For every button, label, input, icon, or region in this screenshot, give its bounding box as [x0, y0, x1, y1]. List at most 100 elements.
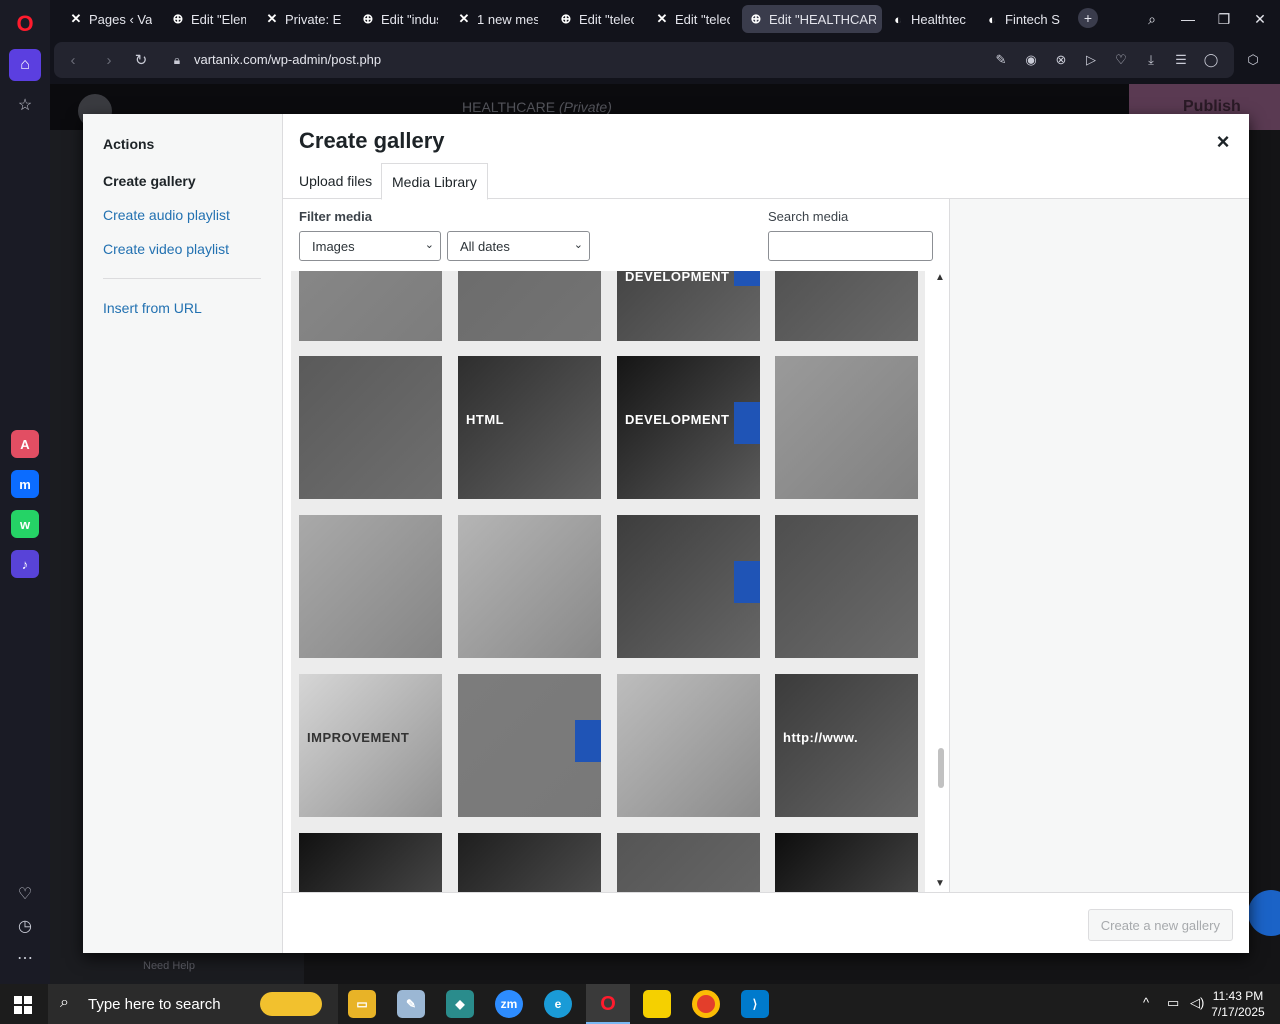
attachment-thumbnail[interactable]: [775, 356, 918, 499]
favorite-icon[interactable]: ♡: [1112, 51, 1130, 69]
browser-tab[interactable]: ◐ Healthtech S: [884, 5, 972, 33]
chrome-icon[interactable]: [692, 990, 720, 1018]
extensions-icon[interactable]: ⬡: [1244, 51, 1262, 69]
attachment-thumbnail[interactable]: DEVELOPMENT: [617, 356, 760, 499]
close-window-icon[interactable]: ✕: [1248, 8, 1272, 30]
scroll-up-arrow-icon[interactable]: ▲: [935, 272, 945, 283]
menu-create-audio-playlist[interactable]: Create audio playlist: [103, 207, 230, 223]
chevron-down-icon: ⌄: [424, 239, 434, 251]
back-icon[interactable]: ‹: [62, 50, 84, 70]
attachment-thumbnail[interactable]: [617, 674, 760, 817]
whatsapp-icon[interactable]: w: [11, 510, 39, 538]
attachment-thumbnail[interactable]: [775, 833, 918, 892]
attachment-thumbnail[interactable]: [617, 833, 760, 892]
attachment-thumbnail[interactable]: [775, 515, 918, 658]
adblock-icon[interactable]: ⊗: [1052, 51, 1070, 69]
search-tabs-icon[interactable]: ⌕: [1140, 8, 1164, 30]
attachment-thumbnail[interactable]: [458, 833, 601, 892]
vscode-icon[interactable]: ⟩: [741, 990, 769, 1018]
heart-icon[interactable]: ♡: [9, 878, 41, 910]
app-icon[interactable]: ◆: [446, 990, 474, 1018]
need-help-link[interactable]: Need Help: [143, 960, 195, 972]
browser-tab[interactable]: ⊕ Edit "Elemen: [164, 5, 252, 33]
attachment-thumbnail[interactable]: [458, 271, 601, 341]
chevron-up-icon[interactable]: ^: [1143, 995, 1149, 1010]
browser-tab[interactable]: ✕ Edit "telecor: [648, 5, 736, 33]
filter-media-label: Filter media: [299, 209, 372, 224]
close-icon[interactable]: ×: [1209, 128, 1237, 156]
attachment-thumbnail[interactable]: HTML: [458, 356, 601, 499]
snapshot-icon[interactable]: ◉: [1022, 51, 1040, 69]
browser-tab[interactable]: ⊕ Edit "HEALTHCARE" v: [742, 5, 882, 33]
download-icon[interactable]: ⤓: [1142, 51, 1160, 69]
opera-icon[interactable]: O: [594, 990, 622, 1018]
attachment-thumbnail[interactable]: [775, 271, 918, 341]
browser-tab[interactable]: ✕ Private: Elem: [258, 5, 348, 33]
attachment-thumbnail[interactable]: http://www.: [775, 674, 918, 817]
aria-app-icon[interactable]: A: [11, 430, 39, 458]
history-icon[interactable]: ◷: [9, 910, 41, 942]
windows-start-icon[interactable]: [14, 996, 32, 1014]
tab-media-library[interactable]: Media Library: [381, 163, 488, 200]
search-media-input[interactable]: [768, 231, 933, 261]
easy-setup-icon[interactable]: ☰: [1172, 51, 1190, 69]
pinboard-icon[interactable]: ☆: [9, 89, 41, 121]
attachments-scrollbar[interactable]: [933, 271, 949, 892]
address-bar[interactable]: ‹ › ↻ 🔒︎ vartanix.com/wp-admin/post.php …: [54, 42, 1234, 78]
create-new-gallery-button[interactable]: Create a new gallery: [1087, 909, 1233, 941]
network-icon[interactable]: ▭: [1167, 995, 1179, 1011]
search-media-label: Search media: [768, 209, 849, 224]
attachment-thumbnail[interactable]: [617, 515, 760, 658]
address-row: ‹ › ↻ 🔒︎ vartanix.com/wp-admin/post.php …: [50, 38, 1280, 84]
attachment-thumbnail[interactable]: [458, 515, 601, 658]
thumbnail-caption: http://www.: [783, 730, 859, 745]
new-tab-icon[interactable]: +: [1078, 8, 1098, 28]
volume-icon[interactable]: ◁): [1190, 995, 1204, 1011]
menu-create-gallery[interactable]: Create gallery: [103, 173, 196, 189]
menu-create-video-playlist[interactable]: Create video playlist: [103, 241, 229, 257]
media-type-select[interactable]: Images ⌄: [299, 231, 441, 261]
attachment-thumbnail[interactable]: [458, 674, 601, 817]
messenger-icon[interactable]: m: [11, 470, 39, 498]
browser-tab[interactable]: ◐ Fintech Solu: [978, 5, 1066, 33]
music-player-icon[interactable]: ♪: [11, 550, 39, 578]
attachment-thumbnail[interactable]: IMPROVEMENT: [299, 674, 442, 817]
file-explorer-icon[interactable]: ▭: [348, 990, 376, 1018]
menu-insert-from-url[interactable]: Insert from URL: [103, 300, 202, 316]
browser-tab[interactable]: ✕ Pages ‹ Varta: [62, 5, 158, 33]
paint-app-icon[interactable]: ✎: [397, 990, 425, 1018]
reload-icon[interactable]: ↻: [130, 50, 152, 70]
date-filter-select[interactable]: All dates ⌄: [447, 231, 590, 261]
profile-icon[interactable]: ◯: [1202, 51, 1220, 69]
opera-logo-icon[interactable]: O: [9, 8, 41, 40]
send-icon[interactable]: ▷: [1082, 51, 1100, 69]
browser-tab[interactable]: ⊕ Edit "telecor: [552, 5, 640, 33]
sticky-notes-icon[interactable]: [643, 990, 671, 1018]
scrollbar-thumb[interactable]: [938, 748, 944, 788]
attachment-thumbnail[interactable]: APP DEVELOPMENT: [617, 271, 760, 341]
document-title[interactable]: HEALTHCARE (Private): [462, 99, 612, 115]
edit-page-icon[interactable]: ✎: [992, 51, 1010, 69]
thumbnail-image: [299, 271, 442, 341]
url-text[interactable]: vartanix.com/wp-admin/post.php: [194, 52, 381, 67]
taskbar-search[interactable]: ⌕ Type here to search: [48, 984, 338, 1024]
forward-icon[interactable]: ›: [98, 50, 120, 70]
scroll-down-arrow-icon[interactable]: ▼: [935, 878, 945, 889]
taskbar-clock[interactable]: 11:43 PM 7/17/2025: [1208, 988, 1268, 1020]
media-type-value: Images: [312, 238, 355, 254]
zoom-icon[interactable]: zm: [495, 990, 523, 1018]
attachment-thumbnail[interactable]: [299, 515, 442, 658]
attachment-thumbnail[interactable]: [299, 356, 442, 499]
attachment-thumbnail[interactable]: [299, 833, 442, 892]
browser-tab[interactable]: ✕ 1 new messa: [450, 5, 544, 33]
tab-upload-files[interactable]: Upload files: [289, 163, 382, 199]
edge-icon[interactable]: e: [544, 990, 572, 1018]
attachment-thumbnail[interactable]: [299, 271, 442, 341]
home-icon[interactable]: ⌂: [9, 49, 41, 81]
browser-tab-title: Edit "telecor: [675, 11, 730, 27]
restore-icon[interactable]: ❐: [1212, 8, 1236, 30]
minimize-icon[interactable]: —: [1176, 8, 1200, 30]
thumbnail-image: [458, 271, 601, 341]
more-icon[interactable]: ⋯: [9, 942, 41, 974]
browser-tab[interactable]: ⊕ Edit "industr: [354, 5, 444, 33]
